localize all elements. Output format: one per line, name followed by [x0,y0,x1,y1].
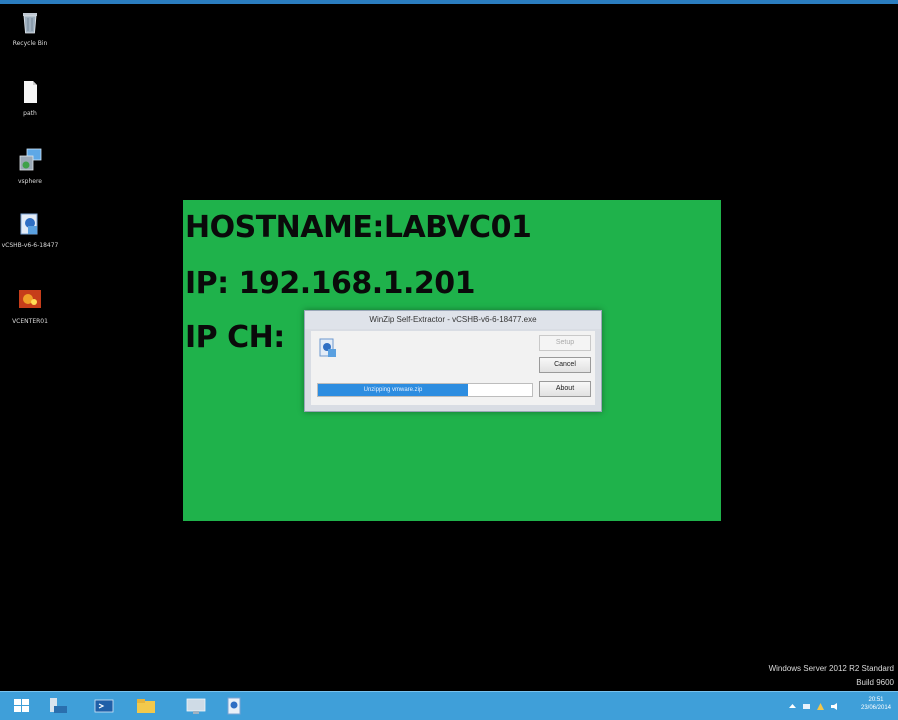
file-explorer-icon[interactable] [134,696,158,716]
desktop-icon-recycle-bin[interactable]: Recycle Bin [0,8,60,47]
desktop-icon-path[interactable]: path [0,78,60,117]
winzip-dialog: WinZip Self-Extractor - vCSHB-v6-6-18477… [304,310,602,412]
windows-build-text: Build 9600 [856,678,894,687]
setup-button[interactable]: Setup [539,335,591,351]
cancel-button[interactable]: Cancel [539,357,591,373]
show-hidden-icons-arrow-icon[interactable] [788,702,797,711]
desktop-icon-label: vCSHB-v6-6-18477 [1,242,59,249]
system-tray: 20:51 23/06/2014 [774,694,894,718]
clock-date: 23/06/2014 [860,705,892,711]
text-file-icon [24,81,37,103]
ip-text: IP: 192.168.1.201 [185,266,476,301]
desktop-icon-label: Recycle Bin [12,40,48,47]
winzip-self-extractor-icon [20,213,38,235]
ip-ch-text: IP CH: [185,320,285,355]
top-strip [0,0,898,4]
powershell-icon[interactable] [92,696,116,716]
recycle-bin-icon [23,13,37,34]
desktop-icon-label: path [23,110,37,117]
volume-icon[interactable] [830,702,839,711]
clock[interactable]: 20:51 23/06/2014 [858,696,894,712]
hostname-text: HOSTNAME:LABVC01 [185,210,532,245]
clock-time: 20:51 [868,697,884,703]
remote-desktop-icon[interactable] [184,696,208,716]
server-manager-icon[interactable] [46,696,70,716]
desktop-icon-label: VCENTER01 [12,318,48,325]
winzip-taskbar-icon[interactable] [222,696,246,716]
desktop-icon-label: vsphere [17,178,42,185]
windows-edition-text: Windows Server 2012 R2 Standard [768,664,894,673]
progress-text: Unzipping vmware.zip [363,387,423,393]
dialog-body: Setup Cancel About Unzipping vmware.zip [311,331,595,405]
start-icon[interactable] [10,696,34,716]
progress-bar: Unzipping vmware.zip [317,383,533,397]
dialog-title[interactable]: WinZip Self-Extractor - vCSHB-v6-6-18477… [305,311,601,329]
desktop-icon-vcenter[interactable]: VCENTER01 [0,286,60,325]
winzip-dialog-icon [319,338,336,357]
desktop: Recycle Bin path vsphere vCSHB-v6-6-1847… [0,0,898,691]
desktop-icon-vsphere[interactable]: vsphere [0,146,60,185]
vcenter-icon [19,290,41,308]
desktop-icon-vcshb[interactable]: vCSHB-v6-6-18477 [0,210,60,249]
about-button[interactable]: About [539,381,591,397]
action-center-icon[interactable] [816,702,825,711]
installer-icon [19,148,42,171]
taskbar: 20:51 23/06/2014 [0,691,898,720]
network-icon[interactable] [802,702,811,711]
